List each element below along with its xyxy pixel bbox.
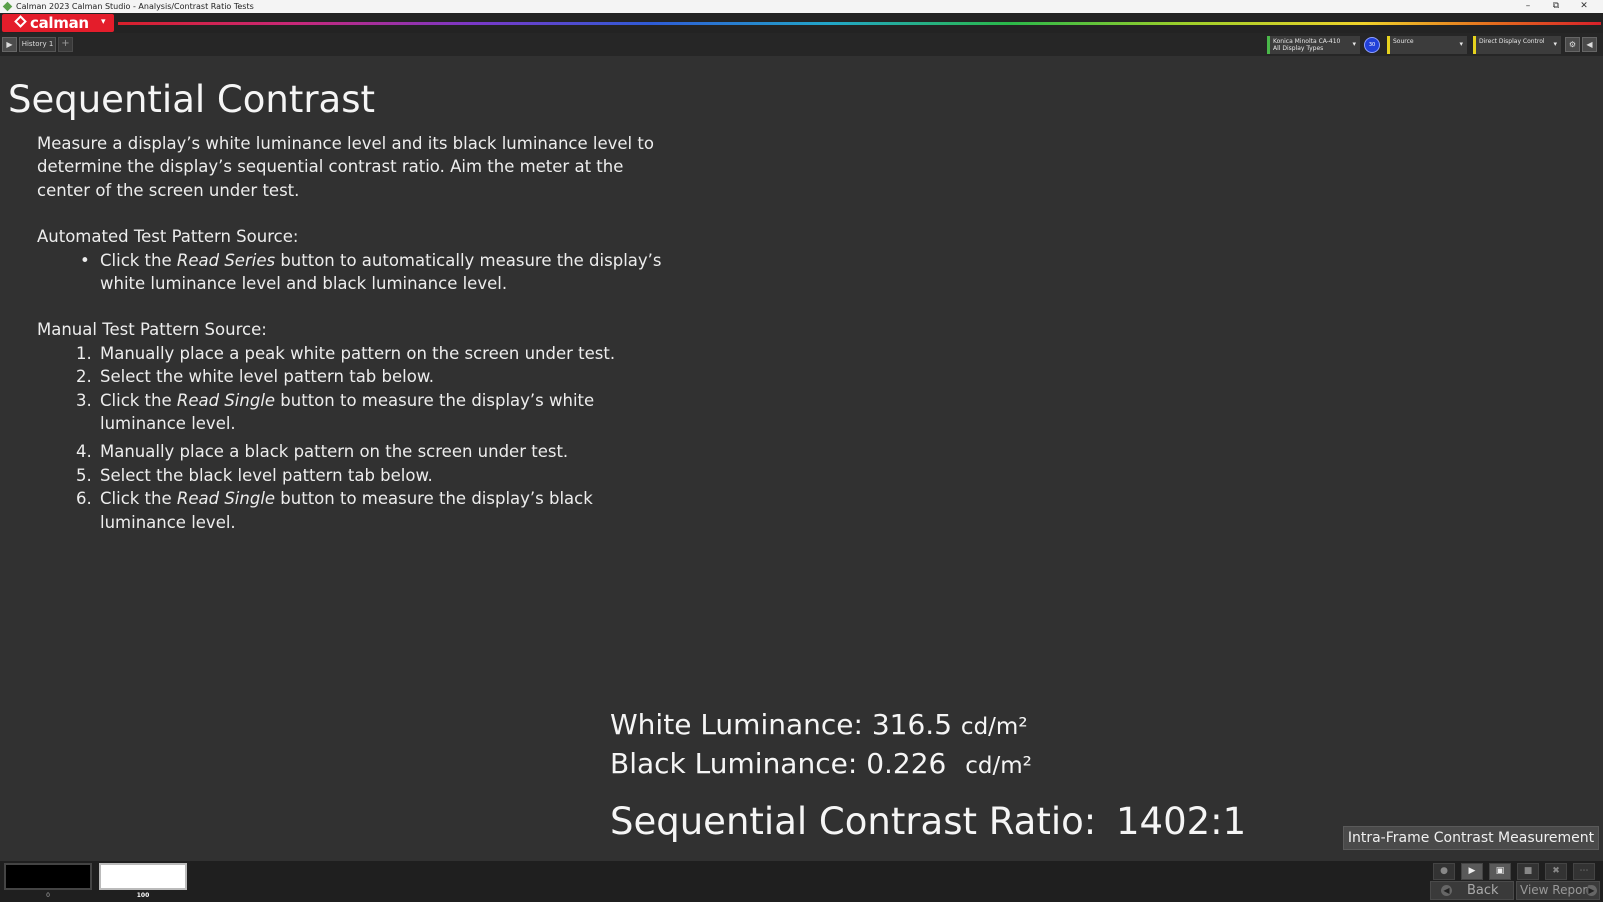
contrast-ratio-readout: Sequential Contrast Ratio: 1402:1 xyxy=(610,800,1246,843)
display-control-label: Direct Display Control xyxy=(1479,38,1545,45)
window-titlebar: Calman 2023 Calman Studio - Analysis/Con… xyxy=(0,0,1603,13)
pattern-tab-white[interactable] xyxy=(99,863,187,890)
read-single-button[interactable]: ▣ xyxy=(1489,863,1511,880)
pattern-tab-black[interactable] xyxy=(4,863,92,890)
tab-history-1[interactable]: History 1 xyxy=(19,37,56,52)
automated-heading: Automated Test Pattern Source: xyxy=(37,227,299,247)
step-number: 1. xyxy=(76,343,92,363)
chevron-down-icon: ▾ xyxy=(1352,40,1356,48)
settings-button[interactable]: ⚙ xyxy=(1565,37,1580,52)
list-item-text: Click the xyxy=(100,390,177,410)
calman-menu-button[interactable]: calman ▾ xyxy=(2,14,114,32)
read-single-text: Read Single xyxy=(176,489,276,509)
white-luminance-unit: cd/m² xyxy=(960,714,1028,740)
back-button[interactable]: ◀ Back xyxy=(1430,881,1514,900)
app-icon xyxy=(2,1,13,12)
stop-button[interactable]: ■ xyxy=(1517,863,1539,880)
list-item: 6. Click the Read Single button to measu… xyxy=(37,487,677,534)
read-series-text: Read Series xyxy=(176,250,276,270)
list-item-text: Click the xyxy=(100,250,177,270)
intro-text: Measure a display’s white luminance leve… xyxy=(37,134,654,200)
white-luminance-readout: White Luminance: 316.5 cd/m² xyxy=(610,708,1028,741)
list-item-text: Select the white level pattern tab below… xyxy=(100,367,435,387)
black-luminance-readout: Black Luminance: 0.226 cd/m² xyxy=(610,747,1032,780)
contrast-ratio-value: 1402:1 xyxy=(1116,800,1247,843)
list-item: • Click the Read Series button to automa… xyxy=(37,249,677,296)
pattern-tab-label: 0 xyxy=(46,892,50,899)
black-luminance-value: 0.226 xyxy=(866,747,947,780)
step-number: 5. xyxy=(76,465,92,485)
view-report-button[interactable]: View Report ▶ xyxy=(1516,881,1600,900)
list-item-text: Manually place a black pattern on the sc… xyxy=(100,442,569,462)
list-item: 1. Manually place a peak white pattern o… xyxy=(37,342,677,365)
calman-logo-text: calman xyxy=(30,14,89,32)
bottom-bar: 0 100 ● ▶ ▣ ■ ✖ ⋯ ◀ Back View Report ▶ xyxy=(0,861,1603,902)
display-control-dropdown[interactable]: Direct Display Control ▾ xyxy=(1473,36,1561,54)
bullet-marker: • xyxy=(80,250,90,270)
white-luminance-value: 316.5 xyxy=(871,708,953,741)
step-number: 2. xyxy=(76,367,92,387)
chevron-down-icon: ▾ xyxy=(1553,40,1557,48)
minimize-button[interactable]: – xyxy=(1517,0,1539,13)
view-report-label: View Report xyxy=(1520,883,1593,897)
source-dropdown[interactable]: Source ▾ xyxy=(1387,36,1467,54)
list-item: 5. Select the black level pattern tab be… xyxy=(37,464,677,487)
contrast-ratio-label: Sequential Contrast Ratio: xyxy=(610,800,1097,843)
collapse-panel-button[interactable]: ◀ xyxy=(1582,37,1597,52)
page-title: Sequential Contrast xyxy=(8,78,376,121)
pattern-tab-label: 100 xyxy=(136,892,150,899)
back-arrow-icon: ◀ xyxy=(1441,885,1452,896)
rainbow-divider xyxy=(118,22,1601,25)
step-number: 4. xyxy=(76,442,92,462)
top-toolbar: ▶ History 1 + Konica Minolta CA-410 All … xyxy=(0,33,1603,56)
instructions: Measure a display’s white luminance leve… xyxy=(37,132,677,534)
close-button[interactable]: ✕ xyxy=(1573,0,1595,13)
list-item: 3. Click the Read Single button to measu… xyxy=(37,389,677,436)
read-single-text: Read Single xyxy=(176,390,276,410)
list-item-text: Click the xyxy=(100,489,177,509)
record-icon[interactable]: ● xyxy=(1433,863,1455,880)
restore-button[interactable]: ⧉ xyxy=(1545,0,1567,13)
meter-dropdown[interactable]: Konica Minolta CA-410 All Display Types … xyxy=(1267,36,1360,54)
intra-frame-contrast-button[interactable]: Intra-Frame Contrast Measurement xyxy=(1343,826,1599,850)
add-tab-button[interactable]: + xyxy=(58,37,73,52)
source-label: Source xyxy=(1393,38,1414,45)
read-series-button[interactable]: ▶ xyxy=(1461,863,1483,880)
forward-arrow-icon: ▶ xyxy=(1586,885,1597,896)
delete-button[interactable]: ✖ xyxy=(1545,863,1567,880)
list-item: 2. Select the white level pattern tab be… xyxy=(37,365,677,388)
window-title: Calman 2023 Calman Studio - Analysis/Con… xyxy=(16,2,254,11)
list-item-text: Manually place a peak white pattern on t… xyxy=(100,343,616,363)
back-label: Back xyxy=(1467,883,1499,898)
manual-heading: Manual Test Pattern Source: xyxy=(37,320,267,340)
chevron-down-icon: ▾ xyxy=(1459,40,1463,48)
black-luminance-label: Black Luminance: xyxy=(610,747,858,780)
black-luminance-unit: cd/m² xyxy=(965,753,1032,779)
meter-name: Konica Minolta CA-410 xyxy=(1273,38,1341,45)
brand-bar: calman ▾ xyxy=(0,13,1603,33)
meter-settings-badge[interactable]: 30 xyxy=(1364,37,1380,53)
meter-display-type: All Display Types xyxy=(1273,45,1324,52)
history-play-button[interactable]: ▶ xyxy=(2,37,17,52)
calman-logo-icon xyxy=(14,15,27,28)
list-item: 4. Manually place a black pattern on the… xyxy=(37,440,677,463)
step-number: 6. xyxy=(76,489,92,509)
more-button[interactable]: ⋯ xyxy=(1573,863,1595,880)
white-luminance-label: White Luminance: xyxy=(610,708,863,741)
list-item-text: Select the black level pattern tab below… xyxy=(100,465,433,485)
step-number: 3. xyxy=(76,390,92,410)
chevron-down-icon: ▾ xyxy=(101,17,106,27)
